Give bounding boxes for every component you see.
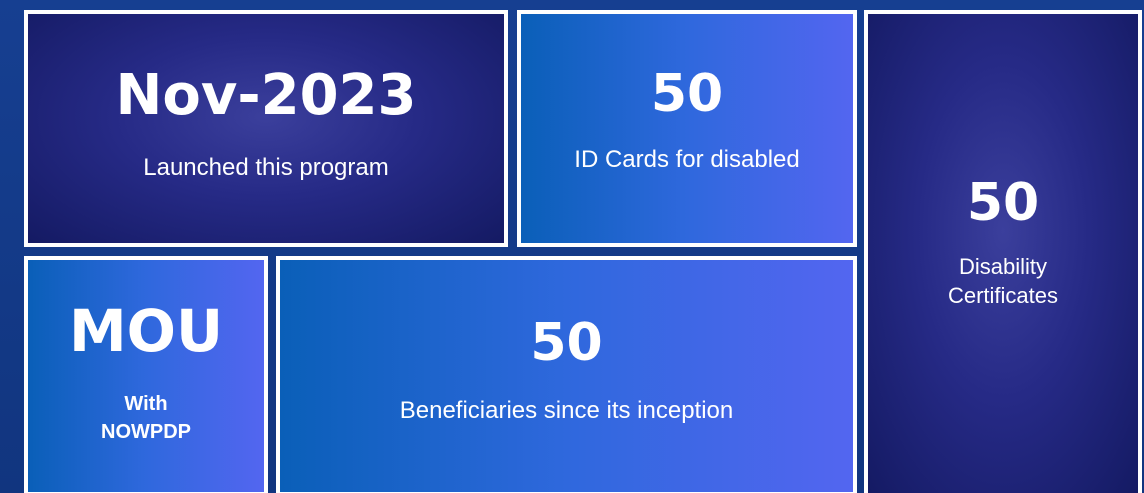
stat-caption-line: With xyxy=(124,393,168,415)
stat-caption: ID Cards for disabled xyxy=(574,146,799,174)
stat-caption: Disability Certificates xyxy=(948,253,1058,310)
stat-value: 50 xyxy=(650,63,724,124)
stat-value: 50 xyxy=(530,313,603,373)
stat-value: 50 xyxy=(966,173,1040,234)
stat-caption-line: Certificates xyxy=(947,283,1059,308)
stat-caption-line: Disability xyxy=(958,254,1047,280)
stat-tile-id-cards: 50 ID Cards for disabled xyxy=(517,10,857,247)
stat-tile-beneficiaries: 50 Beneficiaries since its inception xyxy=(276,256,857,493)
stat-caption-line: Beneficiaries since its inception xyxy=(399,397,734,424)
stat-caption-line: Launched this program xyxy=(143,153,389,181)
stat-caption: Beneficiaries since its inception xyxy=(400,397,734,425)
stat-value: MOU xyxy=(68,297,224,365)
stat-tile-certificates: 50 Disability Certificates xyxy=(864,10,1142,493)
stat-value: Nov-2023 xyxy=(115,62,417,128)
stat-caption-line: ID Cards for disabled xyxy=(574,145,800,173)
stat-caption-line: NOWPDP xyxy=(101,421,191,443)
stat-tile-mou: MOU With NOWPDP xyxy=(24,256,268,493)
stat-tile-launch: Nov-2023 Launched this program xyxy=(24,10,508,247)
stat-caption: With NOWPDP xyxy=(101,390,191,446)
stat-caption: Launched this program xyxy=(143,154,388,182)
stats-grid: Nov-2023 Launched this program 50 ID Car… xyxy=(0,0,1144,493)
